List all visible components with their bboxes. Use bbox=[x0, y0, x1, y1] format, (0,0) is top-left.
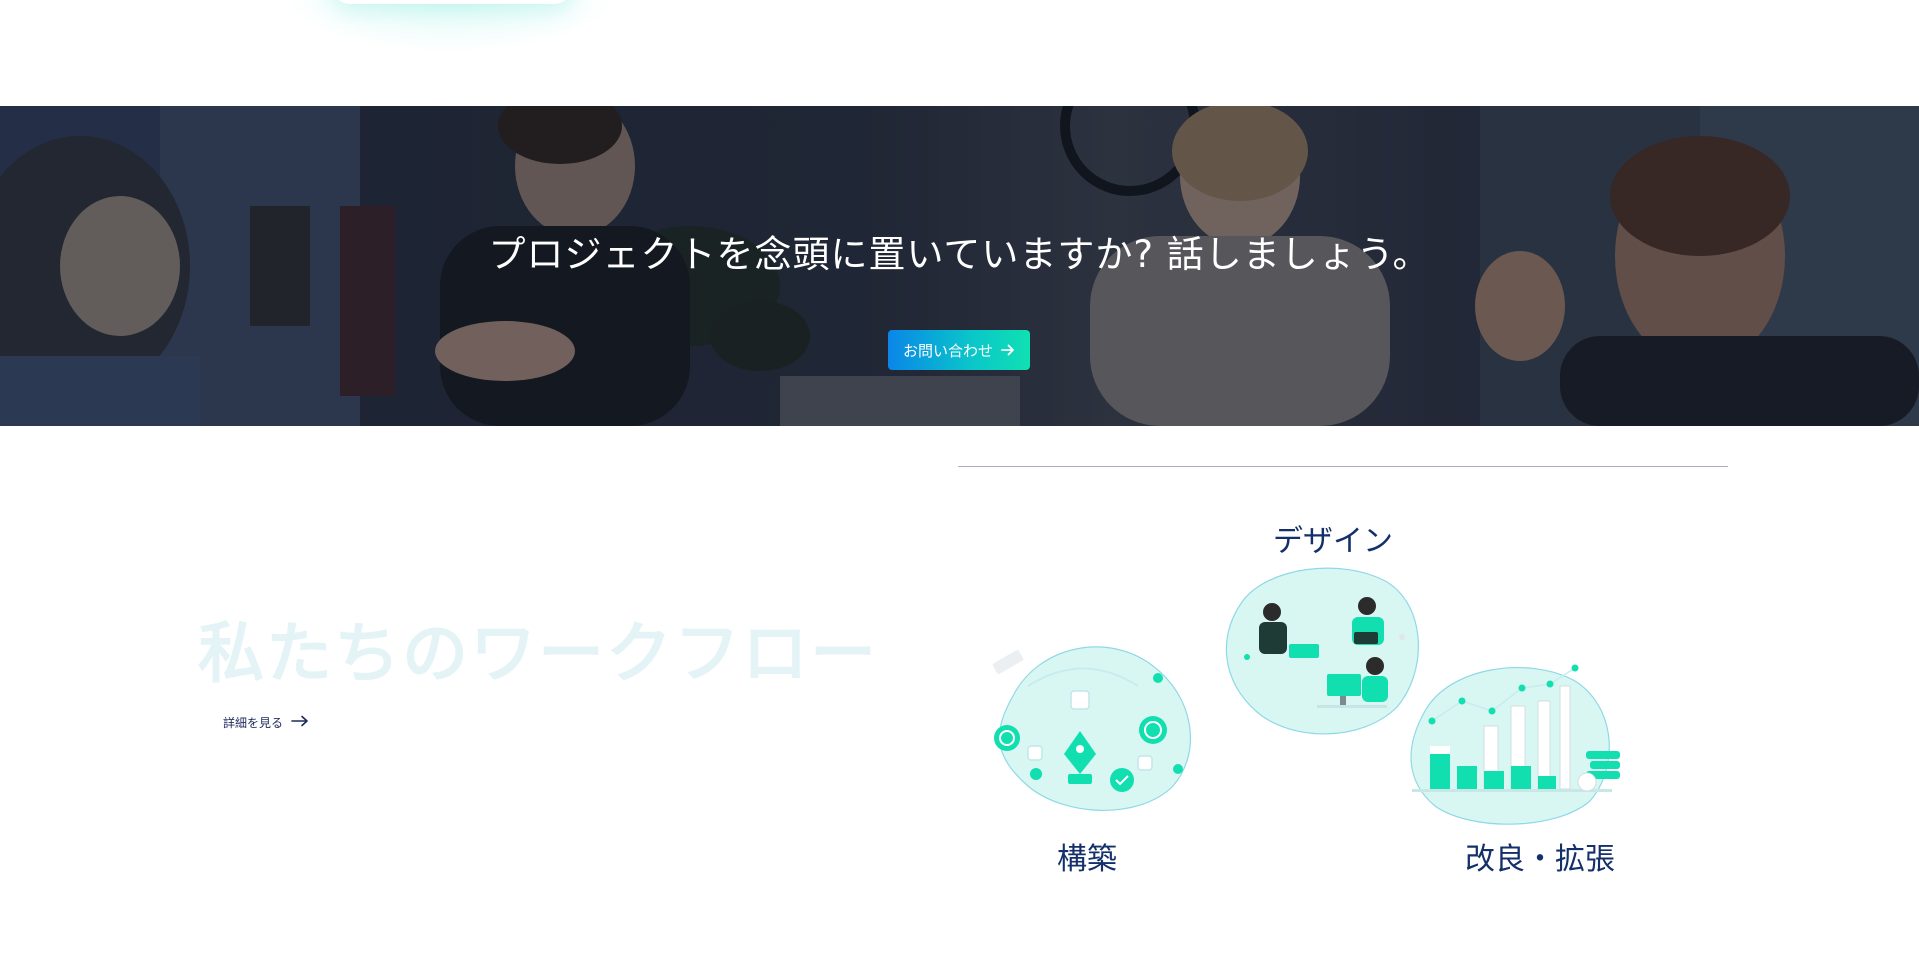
see-details-label: 詳細を見る bbox=[223, 716, 284, 730]
contact-hero-banner: プロジェクトを念頭に置いていますか? 話しましょう。 お問い合わせ bbox=[0, 106, 1919, 426]
hero-title: プロジェクトを念頭に置いていますか? 話しましょう。 bbox=[488, 233, 1431, 276]
step-label-improve-scale: 改良・拡張 bbox=[1465, 842, 1615, 877]
contact-us-button[interactable]: お問い合わせ bbox=[888, 330, 1030, 370]
step-label-design: デザイン bbox=[1273, 524, 1393, 559]
section-divider bbox=[958, 466, 1728, 467]
page: プロジェクトを念頭に置いていますか? 話しましょう。 お問い合わせ 私たちのワー… bbox=[0, 0, 1919, 959]
arrow-right-icon bbox=[291, 715, 309, 730]
floating-card-edge bbox=[332, 0, 572, 4]
workflow-title: 私たちのワークフロー bbox=[198, 615, 878, 692]
arrow-right-icon bbox=[1001, 344, 1015, 356]
pen-tool-illustration-icon bbox=[992, 646, 1192, 811]
see-details-link[interactable]: 詳細を見る bbox=[223, 714, 309, 731]
contact-us-label: お問い合わせ bbox=[902, 341, 993, 360]
growth-chart-illustration-icon bbox=[1410, 664, 1620, 825]
step-label-build: 構築 bbox=[1057, 842, 1117, 877]
card-glow bbox=[290, 0, 610, 50]
